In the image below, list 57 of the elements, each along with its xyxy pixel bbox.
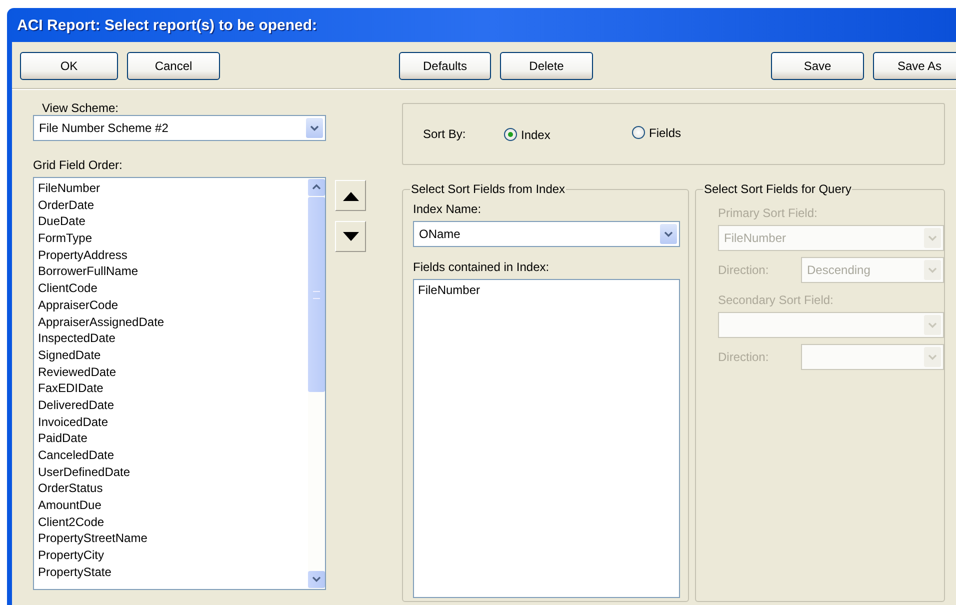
list-item[interactable]: AppraiserCode (38, 296, 304, 314)
list-item[interactable]: PropertyCity (38, 547, 304, 564)
field-label: Grid Field Order: (33, 158, 124, 172)
list-item[interactable]: DeliveredDate (38, 396, 304, 414)
list-item[interactable]: AppraiserAssignedDate (38, 314, 304, 330)
list-item[interactable]: FileNumber (418, 282, 675, 299)
list-item[interactable]: PropertyAddress (38, 246, 304, 264)
list-item[interactable]: FileNumber (38, 180, 304, 197)
list-item[interactable]: InvoicedDate (38, 414, 304, 430)
window-title: ACI Report: Select report(s) to be opened: (17, 16, 318, 34)
list-item[interactable]: DueDate (38, 213, 304, 230)
view-scheme-dropdown[interactable]: File Number Scheme #2 (33, 115, 326, 141)
move-up-button[interactable] (335, 180, 366, 211)
chevron-down-icon[interactable] (306, 118, 323, 138)
list-item[interactable]: PropertyStreetName (38, 530, 304, 548)
delete-button[interactable]: Delete (500, 52, 593, 80)
save-as-button[interactable]: Save As (873, 52, 956, 80)
panel-title: Select Sort Fields for Query (703, 182, 852, 196)
list-item[interactable]: ReviewedDate (38, 364, 304, 380)
list-item[interactable]: ClientCode (38, 280, 304, 297)
triangle-down-icon (342, 232, 358, 242)
list-item[interactable]: OrderStatus (38, 480, 304, 498)
scroll-up-icon[interactable] (308, 179, 325, 196)
list-item[interactable]: Client2Code (38, 514, 304, 530)
scroll-down-icon[interactable] (308, 571, 325, 588)
list-item[interactable]: AmountDue (38, 497, 304, 514)
list-item[interactable]: FormType (38, 230, 304, 247)
field-label: Primary Sort Field: (718, 206, 818, 220)
cancel-button[interactable]: Cancel (127, 52, 220, 80)
list-item[interactable]: SignedDate (38, 346, 304, 364)
ok-button[interactable]: OK (20, 52, 118, 80)
field-label: Fields contained in Index: (413, 260, 550, 274)
list-item[interactable]: OrderDate (38, 196, 304, 214)
field-label: Direction: (718, 263, 770, 277)
list-item[interactable]: FaxEDIDate (38, 380, 304, 397)
field-label: Secondary Sort Field: (718, 293, 834, 307)
defaults-button[interactable]: Defaults (399, 52, 491, 80)
field-label: Index Name: (413, 202, 482, 216)
field-label: Sort By: (423, 127, 467, 141)
chevron-down-icon[interactable] (660, 224, 677, 244)
triangle-up-icon (342, 190, 358, 200)
scrollbar[interactable] (308, 178, 325, 589)
panel-title: Select Sort Fields from Index (410, 182, 566, 196)
list-item[interactable]: PaidDate (38, 430, 304, 447)
field-label: Direction: (718, 350, 770, 364)
scroll-thumb[interactable] (308, 197, 325, 392)
list-item[interactable]: BorrowerFullName (38, 263, 304, 280)
list-item[interactable]: PropertyState (38, 564, 304, 580)
radio-button[interactable]: Fields (632, 126, 682, 140)
list-item[interactable]: InspectedDate (38, 330, 304, 347)
field-label: View Scheme: (41, 101, 120, 115)
radio-button[interactable]: Index (504, 128, 550, 142)
list-item[interactable]: CanceledDate (38, 447, 304, 464)
list-item[interactable]: UserDefinedDate (38, 464, 304, 480)
save-button[interactable]: Save (771, 52, 864, 80)
move-down-button[interactable] (335, 221, 366, 252)
index-name-dropdown[interactable]: OName (413, 221, 680, 247)
